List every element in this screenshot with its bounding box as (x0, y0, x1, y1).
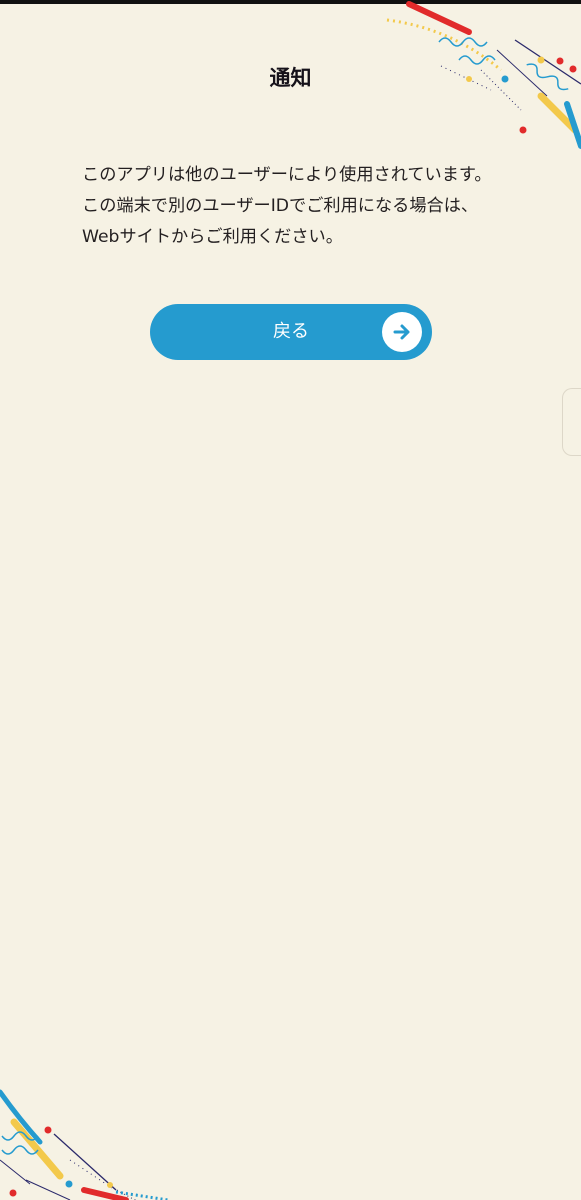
decorative-lines-bottom (0, 1089, 169, 1200)
notice-message: このアプリは他のユーザーにより使用されています。この端末で別のユーザーIDでご利… (82, 165, 492, 247)
arrow-right-icon (382, 312, 422, 352)
page-title: 通知 (269, 66, 312, 90)
back-button[interactable]: 戻る (150, 304, 432, 360)
edge-panel-handle[interactable] (562, 388, 581, 456)
